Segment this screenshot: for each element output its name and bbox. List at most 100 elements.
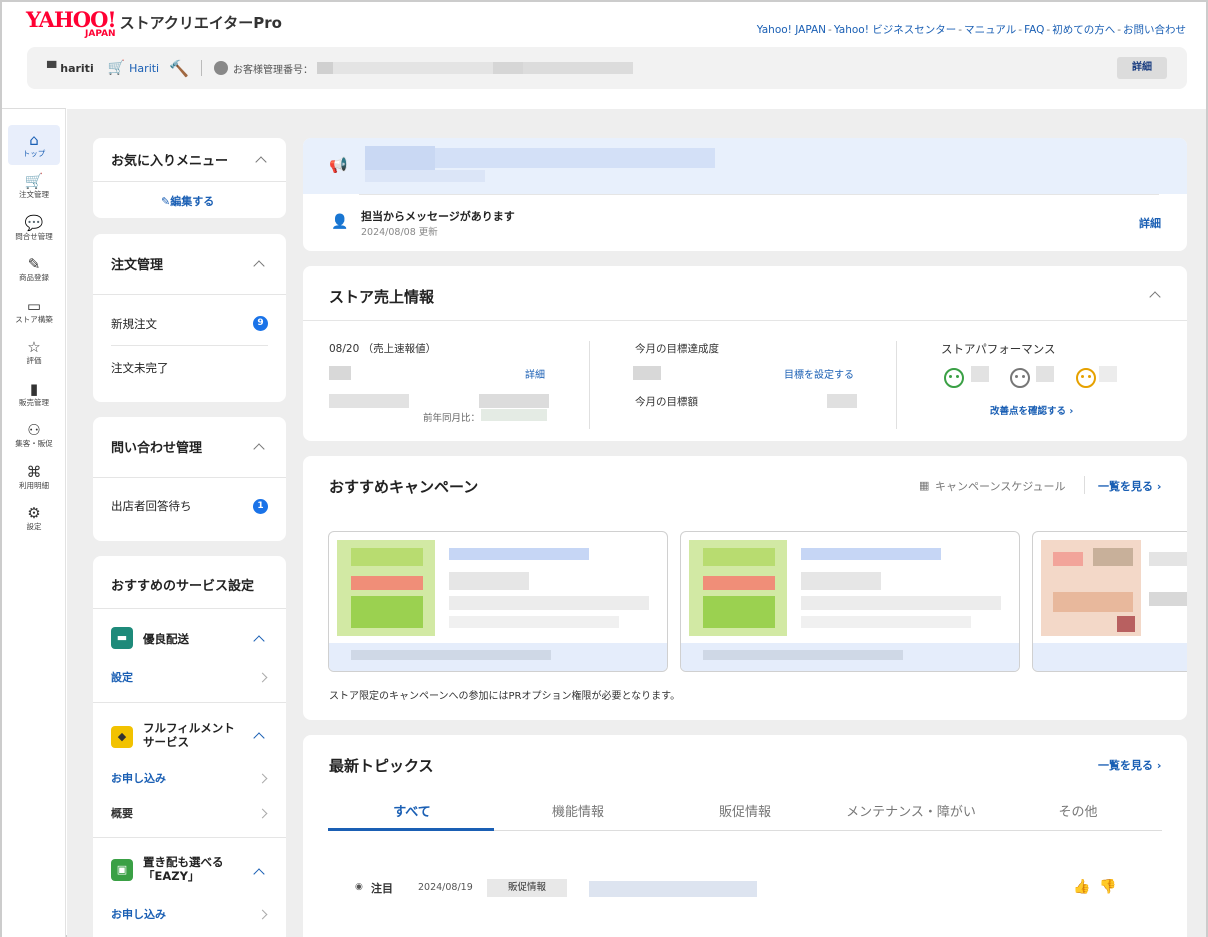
favorites-edit-link[interactable]: ✎編集する (161, 193, 214, 209)
topic-title-redacted (589, 881, 757, 897)
store-icon: ▀ (47, 61, 57, 75)
divider (1084, 476, 1085, 494)
link-faq[interactable]: FAQ (1024, 24, 1044, 36)
thumbs-down-icon[interactable]: 👎 (1099, 879, 1116, 895)
rail-item-edit[interactable]: ✎ 商品登録 (8, 250, 60, 290)
divider (93, 837, 286, 838)
store-link[interactable]: Hariti (129, 62, 159, 75)
view-all-label: 一覧を見る (1098, 759, 1153, 772)
chevron-right-icon (257, 672, 268, 683)
message-detail-link[interactable]: 詳細 (1139, 215, 1161, 231)
tab-features[interactable]: 機能情報 (495, 801, 661, 820)
rail-item-cart[interactable]: 🛒 注文管理 (8, 167, 60, 207)
service-name-eazy: 置き配も選べる 「EAZY」 (143, 855, 224, 883)
home-icon: ⌂ (29, 130, 39, 149)
auction-hammer-icon[interactable]: 🔨 (169, 59, 189, 78)
notice-card: 📢 👤 担当からメッセージがあります 2024/08/08 更新 詳細 (303, 138, 1187, 251)
target-rate-redacted (633, 366, 661, 380)
improve-link[interactable]: 改善点を確認する › (990, 403, 1073, 417)
product-name: ストアクリエイターPro (119, 14, 282, 32)
announcement-banner[interactable]: 📢 (303, 138, 1187, 194)
collapse-chevron-icon[interactable] (253, 443, 265, 455)
sales-value-redacted (329, 366, 351, 380)
set-target-link[interactable]: 目標を設定する (784, 366, 854, 381)
rail-item-star[interactable]: ☆ 評価 (8, 333, 60, 373)
incomplete-orders-link[interactable]: 注文未完了 (111, 360, 169, 376)
rail-item-store[interactable]: ▭ ストア構築 (8, 291, 60, 331)
link-contact[interactable]: お問い合わせ (1123, 24, 1186, 36)
campaign-card[interactable] (680, 531, 1020, 672)
collapse-chevron-icon[interactable] (255, 156, 267, 168)
separator: - (828, 24, 832, 36)
package-icon: ▣ (111, 859, 133, 881)
rail-item-label: 利用明細 (19, 480, 49, 490)
service-name-fulfillment: フルフィルメント サービス (143, 721, 235, 749)
sales-detail-link[interactable]: 詳細 (525, 366, 545, 381)
rail-item-label: ストア構築 (15, 314, 53, 324)
separator: - (1117, 24, 1121, 36)
good-face-icon (944, 368, 964, 388)
separator: - (1046, 24, 1051, 36)
logo[interactable]: YAHOO! JAPAN ストアクリエイターPro (26, 9, 282, 39)
divider (93, 477, 286, 478)
collapse-chevron-icon[interactable] (253, 868, 265, 880)
topic-row[interactable]: ◉ 注目 2024/08/19 販促情報 👍 👎 (329, 874, 1162, 902)
rail-item-label: 設定 (26, 522, 42, 531)
fulfillment-overview-link[interactable]: 概要 (111, 805, 133, 821)
campaign-schedule-link[interactable]: キャンペーンスケジュール (935, 478, 1065, 494)
tab-maintenance[interactable]: メンテナンス・障がい (828, 801, 994, 820)
divider (93, 294, 286, 295)
thumbs-up-icon[interactable]: 👍 (1073, 879, 1090, 895)
new-orders-link[interactable]: 新規注文 (111, 316, 157, 332)
collapse-chevron-icon[interactable] (253, 260, 265, 272)
divider (359, 194, 1159, 195)
store-detail-button[interactable]: 詳細 (1117, 57, 1167, 79)
bar-chart-icon: ▮ (29, 379, 39, 398)
eazy-apply-link[interactable]: お申し込み (111, 906, 166, 922)
link-beginners[interactable]: 初めての方へ (1052, 24, 1115, 36)
active-tab-indicator (328, 828, 494, 831)
rail-item-label: トップ (22, 148, 46, 158)
rail-item-label: 集客・販促 (15, 439, 53, 448)
truck-icon: ▬ (111, 627, 133, 649)
chat-icon: 💬 (24, 213, 44, 232)
topics-view-all-link[interactable]: 一覧を見る › (1098, 757, 1161, 773)
person-icon: 👤 (331, 214, 349, 230)
link-manual[interactable]: マニュアル (964, 24, 1016, 36)
campaigns-view-all-link[interactable]: 一覧を見る › (1098, 478, 1161, 494)
collapse-chevron-icon[interactable] (1149, 291, 1161, 303)
divider (111, 345, 268, 346)
rail-item-gear[interactable]: ⚙ 設定 (8, 499, 60, 539)
tab-all[interactable]: すべて (329, 801, 495, 820)
delivery-settings-link[interactable]: 設定 (111, 669, 133, 685)
rail-item-label: 販売管理 (19, 397, 49, 407)
rail-item-bar-chart[interactable]: ▮ 販売管理 (8, 374, 60, 414)
collapse-chevron-icon[interactable] (253, 635, 265, 647)
divider (303, 320, 1187, 321)
rail-item-people[interactable]: ⚇ 集客・販促 (8, 416, 60, 456)
calendar-icon: ▦ (919, 479, 930, 492)
rail-item-receipt[interactable]: ⌘ 利用明細 (8, 457, 60, 497)
rail-item-home[interactable]: ⌂ トップ (8, 125, 60, 165)
awaiting-reply-link[interactable]: 出店者回答待ち (111, 498, 192, 514)
collapse-chevron-icon[interactable] (253, 732, 265, 744)
tab-other[interactable]: その他 (995, 801, 1161, 820)
link-business-center[interactable]: Yahoo! ビジネスセンター (834, 24, 956, 36)
tab-promotions[interactable]: 販促情報 (662, 801, 828, 820)
chevron-right-icon (257, 773, 268, 784)
account-number-label: お客様管理番号： (233, 64, 314, 76)
chevron-right-icon: › (1069, 406, 1074, 417)
link-yahoo-japan[interactable]: Yahoo! JAPAN (757, 24, 826, 36)
sales-date-label: 08/20 （売上速報値） (329, 343, 437, 355)
campaign-card[interactable] (1032, 531, 1187, 672)
bad-face-icon (1076, 368, 1096, 388)
banner-text-redacted (365, 146, 435, 170)
fulfillment-apply-link[interactable]: お申し込み (111, 770, 166, 786)
header: YAHOO! JAPAN ストアクリエイターPro Yahoo! JAPAN - Y… (2, 2, 1206, 108)
inquiries-title: 問い合わせ管理 (111, 441, 203, 456)
campaign-card[interactable] (328, 531, 668, 672)
message-title[interactable]: 担当からメッセージがあります (361, 208, 515, 224)
divider (201, 60, 203, 76)
receipt-icon: ⌘ (26, 462, 42, 481)
rail-item-chat[interactable]: 💬 問合せ管理 (8, 208, 60, 248)
